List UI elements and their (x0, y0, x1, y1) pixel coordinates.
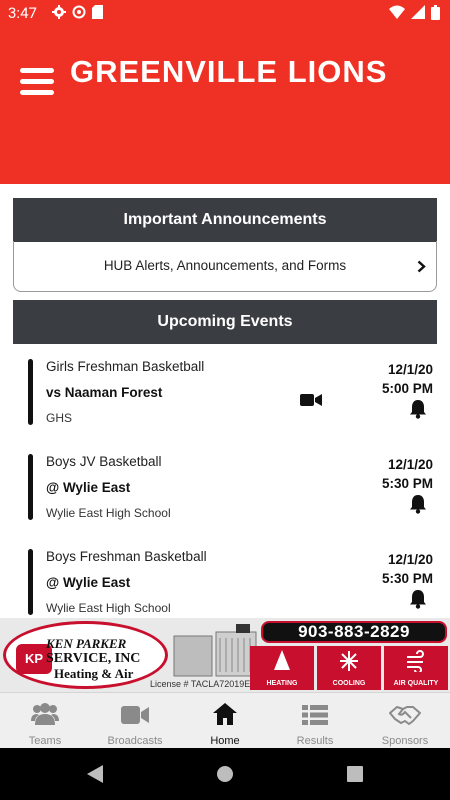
air-quality-tile: AIR QUALITY (384, 646, 448, 690)
event-opponent: @ Wylie East (46, 575, 131, 590)
status-bar: 3:47 (0, 0, 450, 26)
event-item[interactable]: Boys Freshman Basketball @ Wylie East Wy… (0, 549, 450, 629)
event-bar (28, 454, 33, 520)
tab-home[interactable]: Home (180, 693, 270, 748)
at-sign-icon (72, 5, 86, 19)
event-time: 5:30 PM (381, 476, 433, 491)
sponsor-license: License # TACLA72019E (150, 679, 251, 689)
sponsor-name-line2: SERVICE, INC (46, 651, 141, 666)
tab-label: Teams (28, 735, 62, 747)
event-opponent: vs Naaman Forest (46, 385, 163, 400)
tab-teams[interactable]: Teams (0, 693, 90, 748)
home-icon (213, 703, 237, 725)
flame-icon (274, 650, 290, 670)
event-date: 12/1/20 (387, 552, 433, 567)
sd-card-icon (92, 5, 103, 19)
upcoming-events-heading: Upcoming Events (13, 300, 437, 344)
event-bar (28, 549, 33, 615)
teams-icon (31, 703, 59, 725)
event-location: Wylie East High School (46, 506, 171, 520)
chevron-right-icon (417, 260, 426, 273)
tab-label: Broadcasts (107, 735, 163, 747)
event-date: 12/1/20 (387, 362, 433, 377)
sponsor-name-line1: KEN PARKER (46, 636, 127, 651)
app-title: GREENVILLE LIONS (70, 54, 388, 89)
event-sport: Boys Freshman Basketball (46, 549, 207, 564)
tab-label: Results (296, 735, 334, 747)
signal-icon (411, 5, 425, 19)
event-time: 5:30 PM (381, 571, 433, 586)
announcements-link[interactable]: HUB Alerts, Announcements, and Forms (13, 241, 437, 292)
battery-icon (431, 5, 440, 20)
snowflake-icon (340, 651, 358, 671)
cooling-tile: COOLING (317, 646, 381, 690)
announcements-link-label: HUB Alerts, Announcements, and Forms (103, 258, 347, 273)
sponsor-phone: 903-883-2829 (261, 621, 447, 643)
event-date: 12/1/20 (387, 457, 433, 472)
hamburger-menu-icon[interactable] (20, 68, 54, 96)
event-item[interactable]: Girls Freshman Basketball vs Naaman Fore… (0, 359, 450, 439)
bell-icon[interactable] (408, 494, 428, 514)
tab-results[interactable]: Results (270, 693, 360, 748)
status-time: 3:47 (8, 4, 37, 22)
heating-tile: HEATING (250, 646, 314, 690)
bell-icon[interactable] (408, 399, 428, 419)
system-nav-bar (0, 748, 450, 800)
sponsor-logo: KP KEN PARKER SERVICE, INC Heating & Air (3, 621, 168, 689)
event-location: GHS (46, 411, 73, 425)
tab-label: Home (210, 735, 240, 747)
event-sport: Girls Freshman Basketball (46, 359, 205, 374)
handshake-icon (389, 706, 421, 725)
event-sport: Boys JV Basketball (46, 454, 162, 469)
tab-broadcasts[interactable]: Broadcasts (90, 693, 180, 748)
sponsor-ad-banner[interactable]: KP KEN PARKER SERVICE, INC Heating & Air… (0, 618, 450, 692)
wind-icon (407, 650, 424, 674)
recents-icon[interactable] (346, 764, 364, 784)
announcements-heading: Important Announcements (13, 198, 437, 242)
tab-label: Sponsors (381, 735, 429, 747)
sponsor-name-line3: Heating & Air (54, 666, 134, 681)
home-circle-icon[interactable] (216, 764, 234, 784)
bottom-tab-bar: Teams Broadcasts Home Results Sponsors (0, 692, 450, 748)
event-opponent: @ Wylie East (46, 480, 131, 495)
hvac-units-image (173, 624, 257, 677)
settings-icon (52, 5, 66, 19)
video-camera-icon[interactable] (300, 393, 322, 407)
event-location: Wylie East High School (46, 601, 171, 615)
tab-sponsors[interactable]: Sponsors (360, 693, 450, 748)
event-time: 5:00 PM (381, 381, 433, 396)
list-icon (302, 705, 328, 725)
app-header: GREENVILLE LIONS (0, 26, 450, 184)
video-camera-icon (121, 706, 149, 724)
wifi-icon (389, 5, 405, 19)
back-icon[interactable] (86, 764, 104, 784)
event-bar (28, 359, 33, 425)
bell-icon[interactable] (408, 589, 428, 609)
event-item[interactable]: Boys JV Basketball @ Wylie East Wylie Ea… (0, 454, 450, 534)
